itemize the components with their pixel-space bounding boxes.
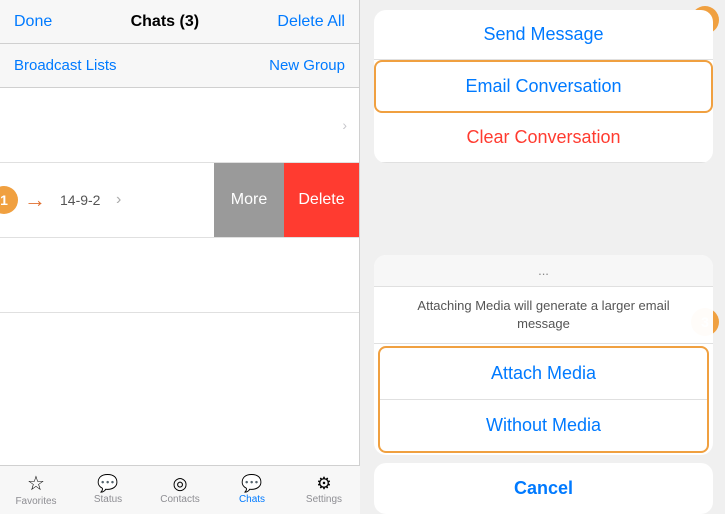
- delete-all-button[interactable]: Delete All: [277, 13, 345, 31]
- done-button[interactable]: Done: [14, 13, 52, 31]
- delete-button[interactable]: Delete: [284, 163, 359, 237]
- contacts-icon: ◎: [173, 475, 188, 492]
- action-sheet-partial-row: ...: [374, 255, 713, 287]
- action-sheet-message: Attaching Media will generate a larger e…: [374, 287, 713, 344]
- tab-favorites[interactable]: ☆ Favorites: [0, 466, 72, 514]
- tab-bar: ☆ Favorites 💬 Status ◎ Contacts 💬 Chats …: [0, 465, 360, 514]
- tab-label-favorites: Favorites: [15, 496, 56, 507]
- right-panel: 2 Send Message Email Conversation Clear …: [362, 0, 725, 514]
- favorites-icon: ☆: [27, 474, 45, 494]
- tab-contacts[interactable]: ◎ Contacts: [144, 466, 216, 514]
- top-bar: Done Chats (3) Delete All: [0, 0, 359, 44]
- action-sheet: ... Attaching Media will generate a larg…: [374, 255, 713, 514]
- chats-icon: 💬: [241, 475, 262, 492]
- broadcast-lists-link[interactable]: Broadcast Lists: [14, 57, 117, 74]
- tab-label-settings: Settings: [306, 494, 342, 505]
- table-row[interactable]: ›: [0, 88, 359, 163]
- chevron-icon: ›: [342, 117, 347, 133]
- tab-label-status: Status: [94, 494, 122, 505]
- step-badge-1: 1: [0, 186, 18, 214]
- row-chevron-icon: ›: [116, 191, 121, 209]
- more-button[interactable]: More: [214, 163, 284, 237]
- table-row[interactable]: [0, 238, 359, 313]
- chats-title: Chats (3): [131, 13, 199, 31]
- new-group-link[interactable]: New Group: [269, 57, 345, 74]
- swipe-action-buttons: More Delete: [214, 163, 359, 237]
- cancel-button[interactable]: Cancel: [374, 463, 713, 514]
- email-conversation-option[interactable]: Email Conversation: [376, 62, 711, 111]
- table-row-swiped[interactable]: 1 → 14-9-2 › More Delete: [0, 163, 359, 238]
- context-menu: Send Message Email Conversation Clear Co…: [374, 10, 713, 163]
- action-sheet-highlight-box: Attach Media Without Media: [378, 346, 709, 453]
- status-icon: 💬: [97, 475, 118, 492]
- tab-chats[interactable]: 💬 Chats: [216, 466, 288, 514]
- action-sheet-body: ... Attaching Media will generate a larg…: [374, 255, 713, 455]
- settings-icon: ⚙: [316, 475, 331, 492]
- swipe-arrow-icon: →: [24, 187, 46, 213]
- tab-settings[interactable]: ⚙ Settings: [288, 466, 360, 514]
- action-sheet-cancel: Cancel: [374, 463, 713, 514]
- chat-date-label: 14-9-2: [60, 192, 100, 208]
- attach-media-button[interactable]: Attach Media: [380, 348, 707, 400]
- without-media-button[interactable]: Without Media: [380, 400, 707, 451]
- tab-label-chats: Chats: [239, 494, 265, 505]
- tab-label-contacts: Contacts: [160, 494, 199, 505]
- email-conversation-highlight: Email Conversation: [374, 60, 713, 113]
- chat-list: › 1 → 14-9-2 › More Delete: [0, 88, 359, 514]
- sub-bar: Broadcast Lists New Group: [0, 44, 359, 88]
- send-message-option[interactable]: Send Message: [374, 10, 713, 60]
- tab-status[interactable]: 💬 Status: [72, 466, 144, 514]
- clear-conversation-option[interactable]: Clear Conversation: [374, 113, 713, 163]
- left-panel: Done Chats (3) Delete All Broadcast List…: [0, 0, 360, 514]
